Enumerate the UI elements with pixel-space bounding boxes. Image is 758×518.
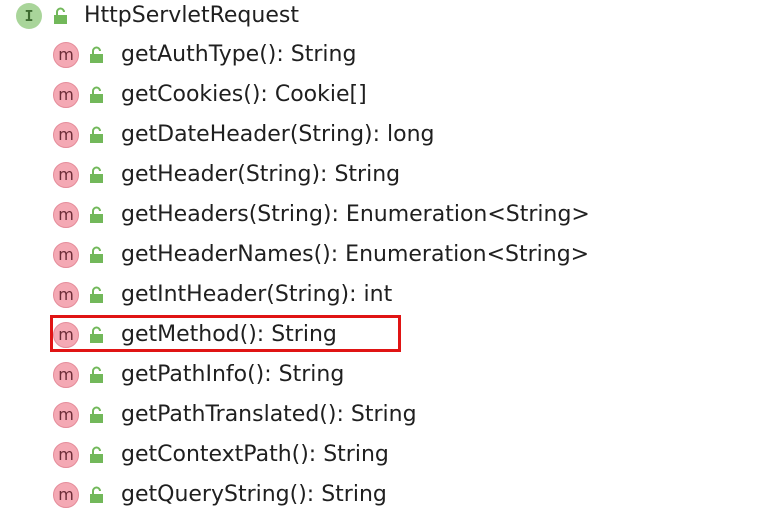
method-icon: m (53, 482, 79, 508)
method-signature: getHeaderNames(): Enumeration<String> (121, 242, 590, 267)
method-signature: getHeaders(String): Enumeration<String> (121, 202, 590, 227)
method-icon: m (53, 282, 79, 308)
method-row[interactable]: m getPathInfo(): String (0, 355, 758, 395)
method-icon: m (53, 122, 79, 148)
public-lock-icon (90, 326, 103, 343)
public-lock-icon (90, 206, 103, 223)
method-icon: m (53, 42, 79, 68)
method-signature: getMethod(): String (121, 322, 337, 347)
method-signature: getDateHeader(String): long (121, 122, 435, 147)
structure-tree: I HttpServletRequest m getAuthType(): Str… (0, 0, 758, 518)
public-lock-icon (90, 486, 103, 503)
method-icon: m (53, 402, 79, 428)
method-icon: m (53, 82, 79, 108)
method-icon: m (53, 202, 79, 228)
method-row[interactable]: m getAuthType(): String (0, 35, 758, 75)
interface-icon: I (16, 3, 42, 29)
method-row[interactable]: m getHeader(String): String (0, 155, 758, 195)
public-lock-icon (90, 166, 103, 183)
method-signature: getContextPath(): String (121, 442, 389, 467)
method-signature: getIntHeader(String): int (121, 282, 393, 307)
public-lock-icon (90, 246, 103, 263)
method-row[interactable]: m getHeaderNames(): Enumeration<String> (0, 235, 758, 275)
method-signature: getCookies(): Cookie[] (121, 82, 367, 107)
method-row[interactable]: m getDateHeader(String): long (0, 115, 758, 155)
public-lock-icon (90, 46, 103, 63)
method-icon: m (53, 442, 79, 468)
method-row[interactable]: m getHeaders(String): Enumeration<String> (0, 195, 758, 235)
method-row[interactable]: m getContextPath(): String (0, 435, 758, 475)
method-signature: getQueryString(): String (121, 482, 387, 507)
public-lock-icon (90, 126, 103, 143)
public-lock-icon (90, 446, 103, 463)
method-signature: getHeader(String): String (121, 162, 401, 187)
method-row[interactable]: m getCookies(): Cookie[] (0, 75, 758, 115)
method-signature: getAuthType(): String (121, 42, 357, 67)
method-row[interactable]: m getPathTranslated(): String (0, 395, 758, 435)
method-signature: getPathInfo(): String (121, 362, 345, 387)
public-lock-icon (90, 86, 103, 103)
method-icon: m (53, 322, 79, 348)
method-row[interactable]: m getQueryString(): String (0, 475, 758, 515)
method-icon: m (53, 362, 79, 388)
public-lock-icon (54, 7, 67, 24)
interface-name: HttpServletRequest (84, 3, 299, 28)
method-signature: getPathTranslated(): String (121, 402, 417, 427)
method-icon: m (53, 162, 79, 188)
method-row[interactable]: m getIntHeader(String): int (0, 275, 758, 315)
interface-row[interactable]: I HttpServletRequest (0, 0, 758, 36)
method-icon: m (53, 242, 79, 268)
method-row[interactable]: m getMethod(): String (0, 315, 758, 355)
public-lock-icon (90, 406, 103, 423)
public-lock-icon (90, 366, 103, 383)
public-lock-icon (90, 286, 103, 303)
